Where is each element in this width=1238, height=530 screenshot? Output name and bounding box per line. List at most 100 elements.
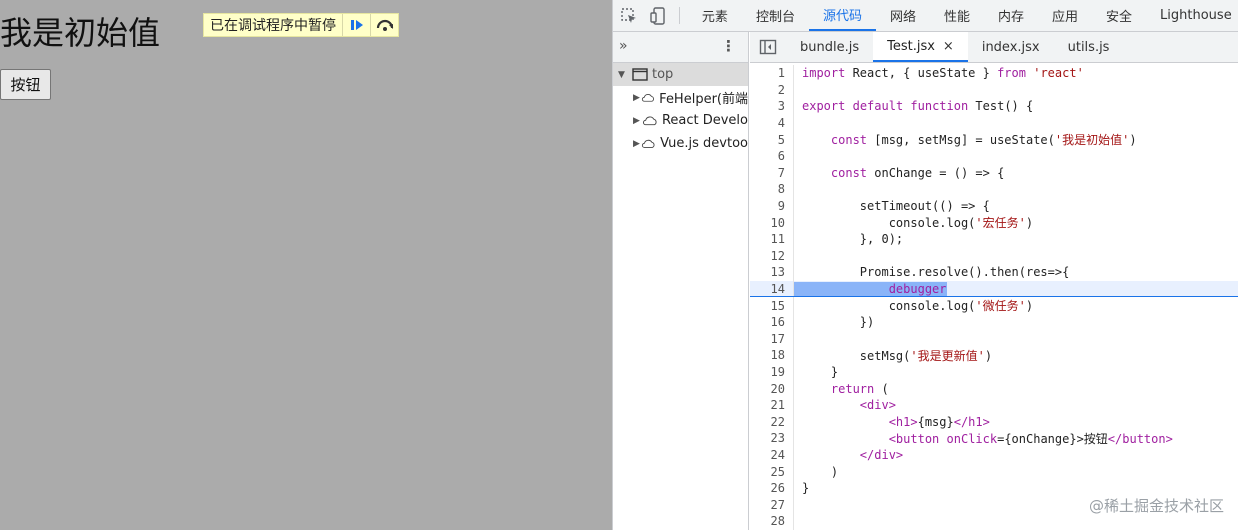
line-number[interactable]: 9 <box>750 197 794 215</box>
code-line[interactable]: 4 <box>750 114 1238 132</box>
code-line[interactable]: 20 return ( <box>750 380 1238 397</box>
line-number[interactable]: 17 <box>750 330 794 348</box>
code-line[interactable]: 18 setMsg('我是更新值') <box>750 347 1238 364</box>
tab-memory[interactable]: 内存 <box>984 0 1038 31</box>
code-line[interactable]: 12 <box>750 247 1238 265</box>
file-tab-bundle[interactable]: bundle.js <box>786 32 873 62</box>
line-number[interactable]: 21 <box>750 396 794 414</box>
tree-item-label: FeHelper(前端 <box>659 92 748 107</box>
code-line[interactable]: 19 } <box>750 363 1238 381</box>
line-number[interactable]: 23 <box>750 430 794 447</box>
line-number[interactable]: 16 <box>750 313 794 331</box>
tab-lighthouse[interactable]: Lighthouse <box>1146 0 1238 31</box>
code-line[interactable]: 5 const [msg, setMsg] = useState('我是初始值'… <box>750 131 1238 148</box>
line-number[interactable]: 20 <box>750 380 794 397</box>
code-text: <button onClick={onChange}>按钮</button> <box>888 431 1173 446</box>
tab-security[interactable]: 安全 <box>1092 0 1146 31</box>
code-text: } <box>802 364 839 379</box>
line-number[interactable]: 8 <box>750 181 794 198</box>
tree-item-extension[interactable]: ▶ React Develo <box>613 109 748 132</box>
line-number[interactable]: 28 <box>750 513 794 530</box>
tree-item-extension[interactable]: ▶ Vue.js devtoo <box>613 132 748 155</box>
file-tab-index[interactable]: index.jsx <box>968 32 1054 62</box>
line-number[interactable]: 6 <box>750 147 794 165</box>
file-tab-test[interactable]: Test.jsx × <box>873 32 968 62</box>
line-number[interactable]: 25 <box>750 463 794 480</box>
line-number[interactable]: 18 <box>750 347 794 364</box>
code-line[interactable]: 22 <h1>{msg}</h1> <box>750 413 1238 431</box>
more-tabs-icon[interactable]: » <box>619 38 628 54</box>
code-text: <div> <box>859 398 896 413</box>
app-page: 我是初始值 已在调试程序中暂停 按钮 <box>0 0 612 530</box>
close-tab-icon[interactable]: × <box>943 39 954 54</box>
code-text: const [msg, setMsg] = useState('我是初始值') <box>830 133 1137 148</box>
sidebar-toggle-icon <box>759 39 777 55</box>
inspect-element-button[interactable] <box>613 0 646 31</box>
code-text: return ( <box>830 381 889 396</box>
tab-console[interactable]: 控制台 <box>742 0 809 31</box>
code-text: </div> <box>859 447 904 462</box>
line-number[interactable]: 10 <box>750 214 794 231</box>
file-tab-label: utils.js <box>1067 39 1110 55</box>
line-number[interactable]: 1 <box>750 65 794 82</box>
step-over-button[interactable] <box>370 14 398 36</box>
app-button[interactable]: 按钮 <box>0 69 51 100</box>
code-line[interactable]: 9 setTimeout(() => { <box>750 197 1238 215</box>
line-number[interactable]: 24 <box>750 446 794 464</box>
line-number[interactable]: 14 <box>750 280 794 297</box>
line-number[interactable]: 11 <box>750 230 794 248</box>
code-line[interactable]: 14 debugger <box>750 280 1238 298</box>
code-line[interactable]: 11 }, 0); <box>750 230 1238 248</box>
line-number[interactable]: 26 <box>750 479 794 497</box>
toggle-navigator-button[interactable] <box>750 32 786 62</box>
code-line[interactable]: 3 export default function Test() { <box>750 98 1238 115</box>
code-line[interactable]: 16 }) <box>750 313 1238 331</box>
line-number[interactable]: 13 <box>750 264 794 281</box>
line-number[interactable]: 15 <box>750 297 794 314</box>
line-number[interactable]: 22 <box>750 413 794 431</box>
navigator-menu-icon[interactable]: ⋮ <box>721 37 736 55</box>
tab-performance[interactable]: 性能 <box>930 0 984 31</box>
code-text: console.log('宏任务') <box>802 216 1034 231</box>
code-line[interactable]: 6 <box>750 147 1238 165</box>
code-text: setTimeout(() => { <box>802 199 990 214</box>
resume-button[interactable] <box>342 14 370 36</box>
code-line[interactable]: 17 <box>750 330 1238 348</box>
tree-item-extension[interactable]: ▶ FeHelper(前端 <box>613 86 748 109</box>
code-line[interactable]: 21 <div> <box>750 396 1238 414</box>
code-line[interactable]: 13 Promise.resolve().then(res=>{ <box>750 264 1238 281</box>
code-line[interactable]: 26} <box>750 479 1238 497</box>
line-number[interactable]: 27 <box>750 496 794 514</box>
line-number[interactable]: 3 <box>750 98 794 115</box>
tab-elements[interactable]: 元素 <box>688 0 742 31</box>
tab-sources[interactable]: 源代码 <box>808 0 876 31</box>
file-tab-utils[interactable]: utils.js <box>1054 32 1124 62</box>
devtools-toolbar: 元素 控制台 源代码 网络 性能 内存 应用 安全 Lighthouse <box>613 0 1238 32</box>
sources-navigator: » ⋮ ▼ top ▶ FeHelper(前端 ▶ React Develo ▶… <box>613 32 749 530</box>
code-line[interactable]: 8 <box>750 181 1238 198</box>
code-line[interactable]: 24 </div> <box>750 446 1238 464</box>
line-number[interactable]: 5 <box>750 131 794 148</box>
code-text: import React, { useState } from 'react' <box>802 66 1084 81</box>
line-number[interactable]: 12 <box>750 247 794 265</box>
sources-editor: bundle.js Test.jsx × index.jsx utils.js … <box>750 32 1238 530</box>
line-number[interactable]: 7 <box>750 164 794 182</box>
tab-application[interactable]: 应用 <box>1038 0 1092 31</box>
code-line[interactable]: 25 ) <box>750 463 1238 480</box>
code-text: }, 0); <box>802 232 904 247</box>
line-number[interactable]: 2 <box>750 81 794 99</box>
code-line[interactable]: 15 console.log('微任务') <box>750 297 1238 314</box>
tree-item-top[interactable]: ▼ top <box>613 63 748 86</box>
line-number[interactable]: 4 <box>750 114 794 132</box>
tab-network[interactable]: 网络 <box>876 0 930 31</box>
code-line[interactable]: 10 console.log('宏任务') <box>750 214 1238 231</box>
code-editor[interactable]: 1 import React, { useState } from 'react'… <box>750 65 1238 530</box>
code-line[interactable]: 7 const onChange = () => { <box>750 164 1238 182</box>
navigator-header: » ⋮ <box>613 32 748 63</box>
device-toolbar-button[interactable] <box>646 0 671 31</box>
code-text: }) <box>802 315 875 330</box>
code-line[interactable]: 23 <button onClick={onChange}>按钮</button… <box>750 430 1238 447</box>
code-line[interactable]: 2 <box>750 81 1238 99</box>
code-line[interactable]: 1 import React, { useState } from 'react' <box>750 65 1238 82</box>
line-number[interactable]: 19 <box>750 363 794 381</box>
